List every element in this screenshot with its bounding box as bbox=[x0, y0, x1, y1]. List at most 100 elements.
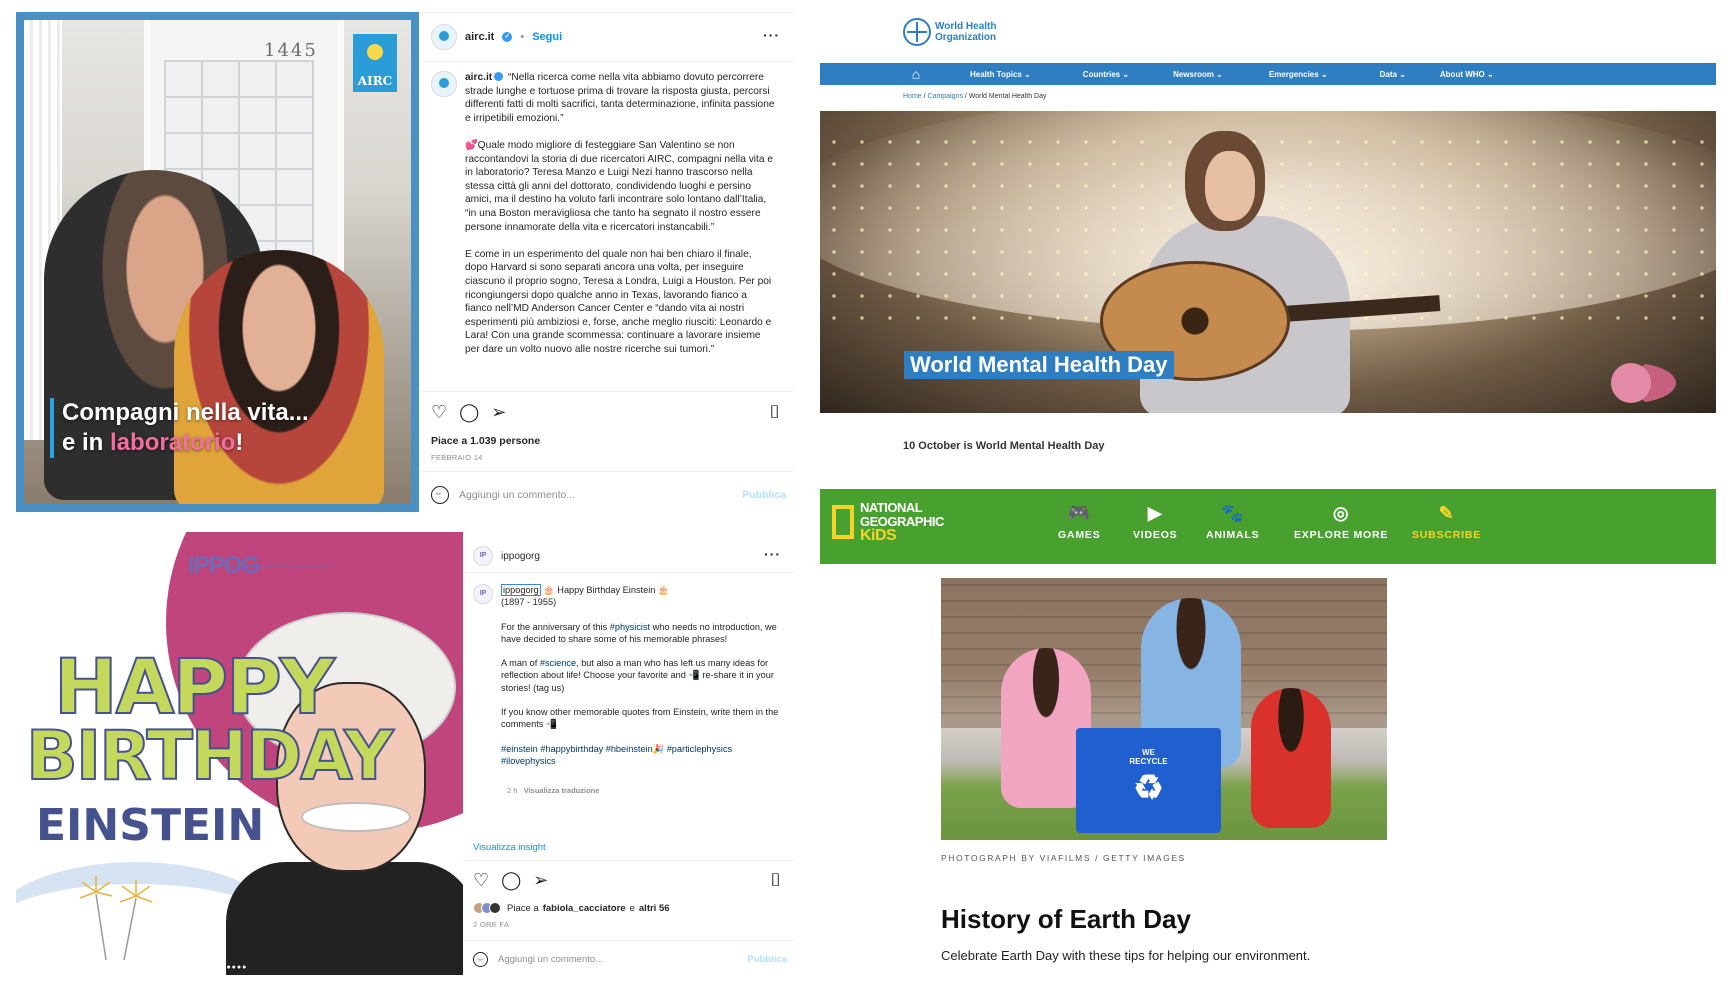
ippog-logo: IPPOG International Particle Physics Outr… bbox=[188, 552, 330, 579]
caption-line-2: e in laboratorio! bbox=[62, 429, 244, 456]
avatar[interactable]: IP bbox=[473, 584, 493, 604]
edit-icon: ✎ bbox=[1438, 503, 1455, 523]
caption-username[interactable]: ippogorg bbox=[501, 584, 541, 596]
heart-icon[interactable]: ♡ bbox=[431, 402, 447, 423]
home-icon[interactable]: ⌂ bbox=[896, 66, 936, 82]
nav-countries[interactable]: Countries ⌄ bbox=[1083, 70, 1129, 79]
comment-icon[interactable]: ◯ bbox=[459, 402, 479, 423]
caption-text: ippogorg 🎂 Happy Birthday Einstein 🎂 (18… bbox=[501, 584, 779, 766]
breadcrumb: Home / Campaigns / World Mental Health D… bbox=[903, 93, 1047, 100]
heart-icon[interactable]: ♡ bbox=[473, 870, 489, 891]
follow-button[interactable]: Segui bbox=[532, 31, 562, 43]
nav-animals[interactable]: 🐾 ANIMALS bbox=[1206, 503, 1259, 541]
avatar[interactable] bbox=[431, 24, 457, 50]
share-icon[interactable]: ➢ bbox=[491, 402, 506, 423]
compass-icon: ◎ bbox=[1332, 503, 1350, 523]
nav-health-topics[interactable]: Health Topics ⌄ bbox=[970, 70, 1031, 79]
who-logo[interactable]: World Health Organization bbox=[903, 18, 996, 46]
carousel-indicator[interactable]: ●●●●●● bbox=[216, 964, 247, 971]
hashtag-link[interactable]: #physicist bbox=[610, 622, 650, 632]
recycle-icon: ♻ bbox=[1133, 769, 1164, 807]
nav-games[interactable]: 🎮 GAMES bbox=[1058, 503, 1101, 541]
comment-box[interactable]: Aggiungi un commento... bbox=[431, 486, 575, 504]
hashtags[interactable]: #einstein #happybirthday #hbeinstein🎉 #p… bbox=[501, 744, 732, 766]
comment-input[interactable]: Aggiungi un commento... bbox=[459, 489, 575, 501]
post-header: airc.it ✓ • Segui bbox=[431, 23, 562, 51]
girl-face bbox=[1205, 151, 1255, 221]
comment-input[interactable]: Aggiungi un commento... bbox=[498, 954, 603, 965]
divider bbox=[419, 471, 794, 472]
more-options-icon[interactable]: ··· bbox=[763, 27, 780, 43]
publish-button[interactable]: Pubblica bbox=[742, 489, 786, 501]
emoji-icon[interactable] bbox=[431, 486, 449, 504]
hashtag-link[interactable]: #science bbox=[540, 658, 576, 668]
post-time: 2 h bbox=[507, 786, 518, 795]
breadcrumb-home[interactable]: Home bbox=[903, 93, 922, 100]
username[interactable]: ippogorg bbox=[501, 551, 540, 562]
nav-data[interactable]: Data ⌄ bbox=[1380, 70, 1406, 79]
gamepad-icon: 🎮 bbox=[1067, 503, 1091, 523]
einstein-body bbox=[226, 862, 463, 975]
recycle-bin: WE RECYCLE ♻ bbox=[1076, 728, 1221, 833]
post-actions: ♡ ◯ ➢ bbox=[473, 870, 548, 891]
nav-videos[interactable]: ▶ VIDEOS bbox=[1133, 503, 1177, 541]
post-header: IP ippogorg bbox=[473, 542, 540, 570]
play-icon: ▶ bbox=[1147, 503, 1163, 523]
more-options-icon[interactable]: ··· bbox=[764, 546, 781, 562]
hero-title: World Mental Health Day bbox=[904, 351, 1174, 379]
caption-body: “Nella ricerca come nella vita abbiamo d… bbox=[465, 72, 775, 355]
door-number: 1445 bbox=[264, 40, 318, 61]
caption-line-1: Compagni nella vita... bbox=[62, 399, 309, 426]
natgeo-kids-logo[interactable]: NATIONAL GEOGRAPHIC KiDS bbox=[832, 500, 944, 544]
einstein-text: EINSTEIN bbox=[36, 800, 265, 851]
who-main-nav: ⌂ Health Topics ⌄ Countries ⌄ Newsroom ⌄… bbox=[820, 63, 1716, 85]
article-title: History of Earth Day bbox=[941, 904, 1191, 934]
breadcrumb-campaigns[interactable]: Campaigns bbox=[928, 93, 963, 100]
hero-image: World Mental Health Day bbox=[820, 111, 1716, 413]
post-date: FEBBRAIO 14 bbox=[431, 453, 483, 462]
username[interactable]: airc.it bbox=[465, 31, 494, 43]
avatar[interactable] bbox=[431, 71, 457, 97]
post-caption: IP ippogorg 🎂 Happy Birthday Einstein 🎂 … bbox=[473, 584, 823, 767]
nav-explore-more[interactable]: ◎ EXPLORE MORE bbox=[1294, 503, 1388, 541]
post-caption: airc.it “Nella ricerca come nella vita a… bbox=[431, 71, 781, 356]
divider bbox=[419, 61, 794, 62]
sparkler-icon bbox=[79, 876, 153, 961]
liked-by: Piace a fabiola_cacciatore e altri 56 bbox=[473, 902, 670, 914]
avatar[interactable]: IP bbox=[473, 546, 493, 566]
post-meta: 2 h Visualizza traduzione bbox=[507, 786, 599, 795]
brand-text: NATIONAL GEOGRAPHIC KiDS bbox=[860, 500, 944, 544]
paw-icon: 🐾 bbox=[1221, 503, 1245, 523]
birthday-text: BIRTHDAY bbox=[25, 716, 395, 797]
nav-newsroom[interactable]: Newsroom ⌄ bbox=[1173, 70, 1223, 79]
article-subtitle: Celebrate Earth Day with these tips for … bbox=[941, 948, 1311, 963]
bookmark-icon[interactable]: ⌷ bbox=[770, 870, 781, 891]
who-org-name: World Health Organization bbox=[935, 21, 997, 43]
woman-figure bbox=[174, 250, 384, 504]
likes-count[interactable]: Piace a 1.039 persone bbox=[431, 435, 540, 447]
caption-username[interactable]: airc.it bbox=[465, 72, 492, 83]
nav-subscribe[interactable]: ✎ SUBSCRIBE bbox=[1412, 503, 1481, 541]
translate-link[interactable]: Visualizza traduzione bbox=[524, 786, 600, 795]
liker-username[interactable]: fabiola_cacciatore bbox=[543, 903, 626, 914]
time-ago: 2 ORE FA bbox=[473, 920, 510, 929]
comment-icon[interactable]: ◯ bbox=[501, 870, 521, 891]
photo-credit: PHOTOGRAPH BY VIAFILMS / GETTY IMAGES bbox=[941, 853, 1186, 863]
comment-box[interactable]: Aggiungi un commento... bbox=[473, 952, 603, 967]
view-insights-link[interactable]: Visualizza insight bbox=[473, 842, 546, 853]
airc-post-image[interactable]: 1445 AIRC Compagni nella vita... e in la… bbox=[16, 12, 419, 512]
emoji-icon[interactable] bbox=[473, 952, 488, 967]
publish-button[interactable]: Pubblica bbox=[747, 954, 787, 965]
nav-emergencies[interactable]: Emergencies ⌄ bbox=[1269, 70, 1328, 79]
post-actions: ♡ ◯ ➢ bbox=[431, 402, 506, 423]
page-intro: 10 October is World Mental Health Day bbox=[903, 440, 1105, 452]
breadcrumb-current: World Mental Health Day bbox=[968, 93, 1047, 100]
nav-about-who[interactable]: About WHO ⌄ bbox=[1440, 70, 1494, 79]
likes-others[interactable]: altri 56 bbox=[639, 903, 670, 914]
separator-dot: • bbox=[520, 31, 525, 43]
bookmark-icon[interactable]: ⌷ bbox=[769, 402, 780, 423]
share-icon[interactable]: ➢ bbox=[533, 870, 548, 891]
divider bbox=[463, 572, 795, 573]
einstein-mustache bbox=[301, 802, 411, 832]
ippog-post-image[interactable]: IPPOG International Particle Physics Outr… bbox=[16, 532, 463, 975]
